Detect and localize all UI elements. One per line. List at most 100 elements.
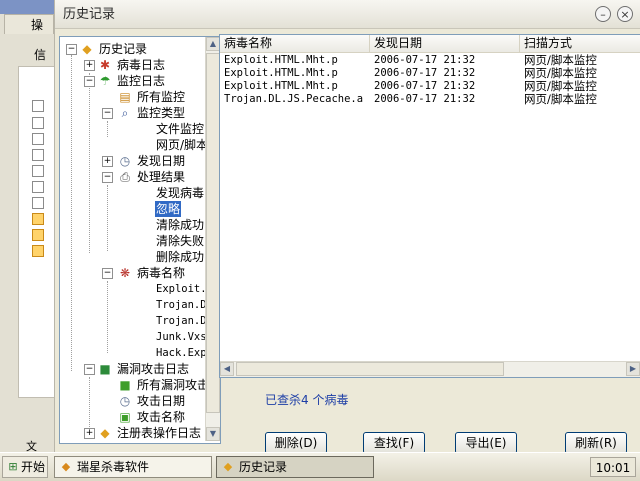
taskbar-item-rising[interactable]: ◆ 瑞星杀毒软件 bbox=[54, 456, 212, 478]
registry-icon: ◆ bbox=[100, 426, 110, 440]
list-horizontal-scrollbar[interactable]: ◀ ▶ bbox=[220, 361, 640, 377]
background-titlebar bbox=[0, 0, 58, 14]
scroll-thumb[interactable] bbox=[206, 53, 220, 413]
history-dialog: 历史记录 – × − ◆ 历史记录 + ✱ 病毒日志 − ☂ 监控日志 ▤ 所有… bbox=[54, 0, 640, 454]
column-header-found-date[interactable]: 发现日期 bbox=[370, 35, 520, 52]
history-tree: − ◆ 历史记录 + ✱ 病毒日志 − ☂ 监控日志 ▤ 所有监控 − ⌕ 监控… bbox=[59, 36, 221, 444]
background-tab[interactable]: 操 bbox=[4, 14, 54, 34]
start-button[interactable]: ⊞ 开始 bbox=[2, 456, 48, 478]
cell-found-date: 2006-07-17 21:32 bbox=[374, 93, 476, 105]
rising-icon: ◆ bbox=[61, 460, 71, 473]
collapse-icon[interactable]: − bbox=[84, 364, 95, 375]
background-checkbox[interactable] bbox=[32, 100, 44, 112]
magnifier-icon: ⌕ bbox=[121, 106, 129, 120]
tree-node-virus-entry[interactable]: Exploit. bbox=[156, 281, 207, 297]
status-text: 已查杀4 个病毒 bbox=[265, 393, 349, 407]
tree-label: 清除失败 bbox=[156, 234, 205, 248]
history-icon: ◆ bbox=[223, 460, 233, 473]
history-icon: ◆ bbox=[82, 42, 92, 56]
scroll-up-icon[interactable]: ▲ bbox=[206, 37, 220, 51]
background-checkbox-checked[interactable] bbox=[32, 213, 44, 225]
tree-label: 漏洞攻击日志 bbox=[117, 362, 190, 376]
tree-label: 发现病毒 bbox=[156, 186, 205, 200]
calendar-icon: ◷ bbox=[119, 154, 131, 168]
taskbar-item-history[interactable]: ◆ 历史记录 bbox=[216, 456, 374, 478]
dialog-titlebar[interactable]: 历史记录 – × bbox=[55, 0, 640, 29]
cell-virus-name: Trojan.DL.JS.Pecache.a bbox=[224, 93, 364, 105]
background-tab-label: 操 bbox=[31, 18, 44, 32]
cell-scan-method: 网页/脚本监控 bbox=[524, 92, 597, 106]
expand-icon[interactable]: + bbox=[84, 60, 95, 71]
tree-label: 所有监控 bbox=[137, 90, 186, 104]
tree-node-virus-entry[interactable]: Trojan.D bbox=[156, 297, 207, 313]
minimize-icon[interactable]: – bbox=[595, 6, 611, 22]
refresh-button[interactable]: 刷新(R) bbox=[565, 432, 627, 454]
collapse-icon[interactable]: − bbox=[102, 108, 113, 119]
background-checkbox-checked[interactable] bbox=[32, 245, 44, 257]
tree-label: 攻击日期 bbox=[137, 394, 186, 408]
taskbar-item-label: 历史记录 bbox=[239, 460, 288, 474]
tree-label: 清除成功 bbox=[156, 218, 205, 232]
dialog-title: 历史记录 bbox=[63, 7, 116, 22]
cell-found-date: 2006-07-17 21:32 bbox=[374, 67, 476, 79]
cell-found-date: 2006-07-17 21:32 bbox=[374, 80, 476, 92]
cell-virus-name: Exploit.HTML.Mht.p bbox=[224, 80, 338, 92]
printer-icon: ⎙ bbox=[120, 170, 130, 184]
tree-label: 文件监控 bbox=[156, 122, 205, 136]
scroll-right-icon[interactable]: ▶ bbox=[626, 362, 640, 376]
background-checkbox[interactable] bbox=[32, 181, 44, 193]
column-header-virus-name[interactable]: 病毒名称 bbox=[220, 35, 370, 52]
page-icon: ▤ bbox=[119, 90, 131, 104]
background-checkbox[interactable] bbox=[32, 117, 44, 129]
scroll-thumb[interactable] bbox=[236, 362, 504, 376]
tree-node-virus-entry[interactable]: Hack.Exp bbox=[156, 345, 207, 361]
taskbar-item-label: 瑞星杀毒软件 bbox=[77, 460, 150, 474]
collapse-icon[interactable]: − bbox=[102, 172, 113, 183]
table-row[interactable]: Trojan.DL.JS.Pecache.a 2006-07-17 21:32 … bbox=[220, 93, 640, 106]
background-checkbox[interactable] bbox=[32, 149, 44, 161]
cube-icon: ■ bbox=[119, 378, 131, 392]
tree-label-selected: 忽略 bbox=[155, 201, 182, 217]
background-checkbox[interactable] bbox=[32, 197, 44, 209]
background-checkbox[interactable] bbox=[32, 165, 44, 177]
background-checkbox-checked[interactable] bbox=[32, 229, 44, 241]
scroll-down-icon[interactable]: ▼ bbox=[206, 427, 220, 441]
delete-button[interactable]: 删除(D) bbox=[265, 432, 327, 454]
tree-label: 监控类型 bbox=[137, 106, 186, 120]
virus-list: 病毒名称 发现日期 扫描方式 Exploit.HTML.Mht.p 2006-0… bbox=[219, 34, 640, 378]
tree-scrollbar[interactable]: ▲ ▼ bbox=[205, 37, 220, 441]
list-header: 病毒名称 发现日期 扫描方式 bbox=[220, 35, 640, 53]
background-tab2-label: 信 bbox=[34, 48, 47, 62]
scroll-left-icon[interactable]: ◀ bbox=[220, 362, 234, 376]
collapse-icon[interactable]: − bbox=[84, 76, 95, 87]
column-header-scan-method[interactable]: 扫描方式 bbox=[520, 35, 640, 52]
monitor-icon: ☂ bbox=[99, 74, 111, 88]
collapse-icon[interactable]: − bbox=[66, 44, 77, 55]
tree-node-virus-entry[interactable]: Junk.Vxs bbox=[156, 329, 207, 345]
cube-icon: ▣ bbox=[119, 410, 131, 424]
cell-found-date: 2006-07-17 21:32 bbox=[374, 54, 476, 66]
tree-label: 删除成功 bbox=[156, 250, 205, 264]
expand-icon[interactable]: + bbox=[102, 156, 113, 167]
background-app: 操 信 文 bbox=[0, 0, 59, 453]
tree-label: 注册表操作日志 bbox=[117, 426, 202, 440]
bug-icon: ❋ bbox=[119, 266, 131, 280]
find-button[interactable]: 查找(F) bbox=[363, 432, 425, 454]
background-checkbox[interactable] bbox=[32, 133, 44, 145]
tree-label: 监控日志 bbox=[117, 74, 166, 88]
tree-label: 处理结果 bbox=[137, 170, 186, 184]
virus-log-icon: ✱ bbox=[99, 58, 111, 72]
cell-virus-name: Exploit.HTML.Mht.p bbox=[224, 54, 338, 66]
tree-node-virus-entry[interactable]: Trojan.D bbox=[156, 313, 207, 329]
collapse-icon[interactable]: − bbox=[102, 268, 113, 279]
taskbar: ⊞ 开始 ◆ 瑞星杀毒软件 ◆ 历史记录 10:01 bbox=[0, 452, 640, 481]
tree-label: 攻击名称 bbox=[137, 410, 186, 424]
export-button[interactable]: 导出(E) bbox=[455, 432, 517, 454]
clock: 10:01 bbox=[590, 457, 636, 477]
clock-icon: ◷ bbox=[119, 394, 131, 408]
close-icon[interactable]: × bbox=[617, 6, 633, 22]
start-icon: ⊞ bbox=[8, 460, 18, 473]
tree-label: 网页/脚本 bbox=[156, 138, 209, 152]
tree-label: 发现日期 bbox=[137, 154, 186, 168]
expand-icon[interactable]: + bbox=[84, 428, 95, 439]
